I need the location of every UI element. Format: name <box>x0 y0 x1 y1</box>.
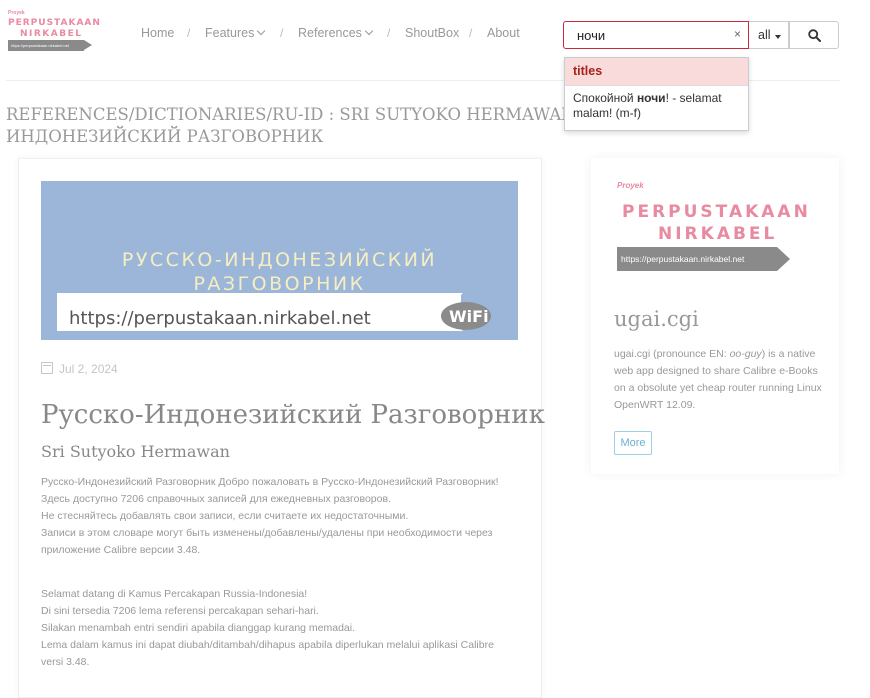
sidebar-logo-url: https://perpustakaan.nirkabel.net <box>617 247 777 271</box>
logo-url: https://perpustakaan.nirkabel.net <box>8 40 84 51</box>
nav-item-label: Features <box>205 26 255 40</box>
chevron-down-icon <box>257 26 266 36</box>
clear-icon[interactable]: × <box>734 27 741 41</box>
description-line: Русско-Индонезийский Разговорник Добро п… <box>41 476 499 488</box>
nav-item-home[interactable]: Home <box>141 26 174 40</box>
cover-title-line1: РУССКО-ИНДОНЕЗИЙСКИЙ <box>121 249 438 271</box>
suggestion-prefix: Спокойной <box>573 91 637 105</box>
nav-separator: / <box>469 26 473 40</box>
nav-separator: / <box>387 26 391 40</box>
description-line: Selamat datang di Kamus Percakapan Russi… <box>41 588 308 600</box>
nav-item-features[interactable]: Features <box>205 26 266 40</box>
logo-line1: PERPUSTAKAAN <box>8 18 101 28</box>
book-title: Русско-Индонезийский Разговорник <box>41 400 545 430</box>
sidebar-logo-arrow-shape <box>777 247 790 271</box>
sidebar-title: ugai.cgi <box>614 307 699 331</box>
autocomplete-suggestion[interactable]: Спокойной ночи! - selamat malam! (m-f) <box>565 86 748 121</box>
suggestion-match: ночи <box>636 91 666 105</box>
wifi-badge-icon: WiFi <box>441 302 491 330</box>
nav-item-shoutbox[interactable]: ShoutBox <box>405 26 459 40</box>
sidebar-logo-line1: PERPUSTAKAAN <box>622 202 811 222</box>
description-line: Lema dalam kamus ini dapat diubah/ditamb… <box>41 639 494 668</box>
logo-arrow-shape <box>84 40 92 50</box>
book-author[interactable]: Sri Sutyoko Hermawan <box>41 442 230 461</box>
category-select-value: all <box>758 28 771 42</box>
wifi-badge-text: WiFi <box>449 307 489 326</box>
autocomplete-dropdown: titles Спокойной ночи! - selamat malam! … <box>564 57 749 131</box>
description-ru: Русско-Индонезийский Разговорник Добро п… <box>41 474 511 559</box>
sidebar-desc-emphasis: oo-guy <box>729 348 762 360</box>
book-cover[interactable]: РУССКО-ИНДОНЕЗИЙСКИЙ РАЗГОВОРНИК https:/… <box>41 181 518 340</box>
publish-date-text: Jul 2, 2024 <box>59 362 118 376</box>
nav-item-about[interactable]: About <box>487 26 520 40</box>
logo-small-text: Proyek <box>8 10 25 16</box>
description-line: Di sini tersedia 7206 lema referensi per… <box>41 605 319 617</box>
search-button[interactable] <box>789 21 839 49</box>
description-line: Silakan menambah entri sendiri apabila d… <box>41 622 356 634</box>
cover-url: https://perpustakaan.nirkabel.net <box>69 308 371 329</box>
site-logo[interactable]: Proyek PERPUSTAKAAN NIRKABEL https://per… <box>8 10 101 52</box>
cover-title-line2: РАЗГОВОРНИК <box>193 273 366 295</box>
search-input[interactable]: ночи × <box>563 21 749 49</box>
caret-down-icon <box>775 35 781 39</box>
logo-line2: NIRKABEL <box>20 29 83 39</box>
sidebar-logo: Proyek PERPUSTAKAAN NIRKABEL https://per… <box>616 180 821 272</box>
chevron-down-icon <box>364 26 374 36</box>
autocomplete-group-header: titles <box>565 58 748 86</box>
nav-item-label: References <box>298 26 362 40</box>
sidebar-desc-part: ugai.cgi (pronounce EN: <box>614 348 730 360</box>
sidebar-logo-line2: NIRKABEL <box>658 224 778 244</box>
more-button[interactable]: More <box>614 431 652 455</box>
description-id: Selamat datang di Kamus Percakapan Russi… <box>41 586 511 671</box>
category-select[interactable]: all <box>749 21 789 49</box>
nav-separator: / <box>187 26 191 40</box>
sidebar-logo-small: Proyek <box>617 181 644 190</box>
sidebar-description: ugai.cgi (pronounce EN: oo-guy) is a nat… <box>614 346 824 414</box>
description-line: Здесь доступно 7206 справочных записей д… <box>41 493 391 505</box>
calendar-icon <box>41 362 53 374</box>
nav-separator: / <box>280 26 284 40</box>
publish-date: Jul 2, 2024 <box>41 361 118 376</box>
description-line: Записи в этом словаре могут быть изменен… <box>41 527 493 556</box>
search-input-value: ночи <box>577 28 606 43</box>
description-line: Не стесняйтесь добавлять свои записи, ес… <box>41 510 409 522</box>
search-icon <box>808 29 821 42</box>
nav-item-references[interactable]: References <box>298 26 374 40</box>
